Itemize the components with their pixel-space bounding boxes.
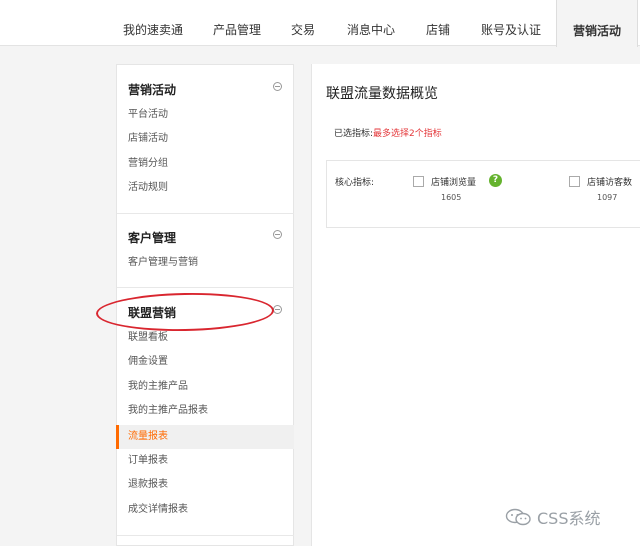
divider xyxy=(117,535,294,536)
metric-name: 店铺浏览量 xyxy=(431,178,477,188)
tab-store[interactable]: 店铺 xyxy=(426,0,450,46)
watermark-text: CSS系统 xyxy=(537,509,601,528)
main-panel: 联盟流量数据概览 已选指标:最多选择2个指标 核心指标: 店铺浏览量 ? 160… xyxy=(311,64,640,546)
metric-checkbox[interactable] xyxy=(569,176,580,187)
sidebar-item-marketing-group[interactable]: 营销分组 xyxy=(117,152,294,176)
sidebar-item-platform-activity[interactable]: 平台活动 xyxy=(117,103,294,127)
metric-value: 1605 xyxy=(441,193,462,202)
divider xyxy=(117,287,294,288)
tab-product-management[interactable]: 产品管理 xyxy=(213,0,261,46)
metric-name: 店铺访客数 xyxy=(587,178,633,188)
section-title-marketing[interactable]: 营销活动 xyxy=(128,81,176,98)
top-nav: 我的速卖通 产品管理 交易 消息中心 店铺 账号及认证 营销活动 xyxy=(0,0,640,47)
tab-account[interactable]: 账号及认证 xyxy=(481,0,541,46)
sidebar-item-commission[interactable]: 佣金设置 xyxy=(117,350,294,374)
selected-metrics-label: 已选指标:最多选择2个指标 xyxy=(334,126,442,139)
tab-my-aliexpress[interactable]: 我的速卖通 xyxy=(123,0,183,46)
tab-message-center[interactable]: 消息中心 xyxy=(347,0,395,46)
sidebar-item-main-products[interactable]: 我的主推产品 xyxy=(117,375,294,399)
divider xyxy=(117,213,294,214)
selected-label-text: 已选指标: xyxy=(334,129,374,139)
minus-circle-icon[interactable] xyxy=(273,305,282,314)
tab-marketing[interactable]: 营销活动 xyxy=(556,0,638,47)
sidebar-item-order-report[interactable]: 订单报表 xyxy=(117,449,294,473)
sidebar-item-store-activity[interactable]: 店铺活动 xyxy=(117,127,294,151)
page-title: 联盟流量数据概览 xyxy=(326,86,438,102)
question-icon[interactable]: ? xyxy=(489,174,502,187)
minus-circle-icon[interactable] xyxy=(273,230,282,239)
tab-trade[interactable]: 交易 xyxy=(291,0,315,46)
wechat-icon xyxy=(505,508,531,526)
metric-panel: 核心指标: 店铺浏览量 ? 1605 店铺访客数 1097 xyxy=(326,160,640,228)
selected-hint: 最多选择2个指标 xyxy=(373,129,442,139)
sidebar-item-refund-report[interactable]: 退款报表 xyxy=(117,473,294,497)
metric-checkbox[interactable] xyxy=(413,176,424,187)
sidebar-item-main-products-report[interactable]: 我的主推产品报表 xyxy=(117,399,294,423)
sidebar-item-deal-details[interactable]: 成交详情报表 xyxy=(117,498,294,522)
sidebar-item-activity-rules[interactable]: 活动规则 xyxy=(117,176,294,200)
minus-circle-icon[interactable] xyxy=(273,82,282,91)
section-title-customer[interactable]: 客户管理 xyxy=(128,229,176,246)
sidebar-item-traffic-report[interactable]: 流量报表 xyxy=(116,425,294,449)
core-metrics-label: 核心指标: xyxy=(335,178,375,188)
metric-value: 1097 xyxy=(597,193,618,202)
sidebar-item-customer-marketing[interactable]: 客户管理与营销 xyxy=(117,251,294,275)
